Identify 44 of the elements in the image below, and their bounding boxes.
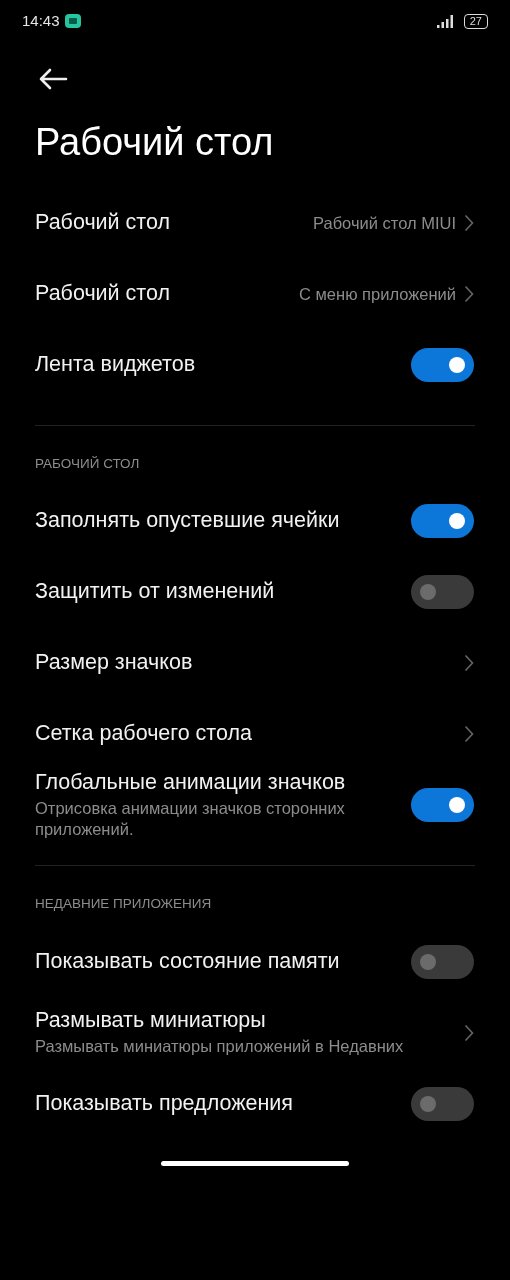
settings-row[interactable]: Показывать состояние памяти	[0, 926, 510, 998]
chevron-icon	[464, 1023, 474, 1042]
setting-label: Показывать состояние памяти	[35, 948, 341, 975]
settings-row[interactable]: Заполнять опустевшие ячейки	[0, 485, 510, 557]
toggle-switch[interactable]	[411, 348, 474, 383]
app-notification-icon	[63, 13, 82, 29]
settings-row[interactable]: Рабочий стол Рабочий стол MIUI	[0, 187, 510, 259]
chevron-icon	[464, 214, 474, 233]
toggle-switch[interactable]	[411, 575, 474, 610]
settings-row[interactable]: Лента виджетов	[0, 329, 510, 401]
setting-label: Рабочий стол	[35, 210, 171, 236]
setting-label: Размер значков	[35, 650, 194, 677]
setting-label: Сетка рабочего стола	[35, 721, 253, 748]
toggle-switch[interactable]	[411, 1086, 474, 1121]
battery-level: 27	[463, 13, 488, 29]
settings-row[interactable]: Рабочий стол С меню приложений	[0, 258, 510, 330]
chevron-icon	[464, 725, 474, 744]
toggle-switch[interactable]	[411, 944, 474, 979]
setting-description: Отрисовка анимации значков сторонних приложений.	[35, 797, 346, 841]
toggle-switch[interactable]	[411, 504, 474, 539]
section-header: НЕДАВНИЕ ПРИЛОЖЕНИЯ	[34, 894, 213, 913]
setting-label: Заполнять опустевшие ячейки	[35, 508, 341, 535]
settings-row[interactable]: Размывать миниатюры Размывать миниатюры приложений в Недавних	[0, 997, 510, 1069]
setting-description: Размывать миниатюры приложений в Недавних	[35, 1035, 405, 1057]
chevron-icon	[464, 285, 474, 304]
setting-value: Рабочий стол MIUI	[313, 212, 456, 234]
settings-row[interactable]: Защитить от изменений	[0, 556, 510, 628]
setting-label: Глобальные анимации значков	[35, 770, 347, 796]
setting-label: Лента виджетов	[35, 352, 197, 378]
toggle-switch[interactable]	[411, 788, 474, 823]
setting-label: Защитить от изменений	[35, 579, 276, 606]
settings-row[interactable]: Сетка рабочего стола	[0, 698, 510, 770]
settings-row[interactable]: Размер значков	[0, 627, 510, 699]
chevron-icon	[464, 654, 474, 673]
page-title: Рабочий стол	[35, 120, 275, 165]
status-time: 14:43	[22, 10, 60, 31]
signal-icon	[435, 14, 456, 28]
section-header: РАБОЧИЙ СТОЛ	[34, 454, 141, 473]
setting-label: Рабочий стол	[35, 281, 171, 307]
settings-row[interactable]: Глобальные анимации значков Отрисовка анимации значков сторонних приложений.	[0, 769, 510, 841]
settings-row[interactable]: Показывать предложения	[0, 1068, 510, 1140]
setting-label: Показывать предложения	[35, 1090, 294, 1117]
setting-value: С меню приложений	[299, 283, 456, 305]
setting-label: Размывать миниатюры	[35, 1007, 267, 1034]
